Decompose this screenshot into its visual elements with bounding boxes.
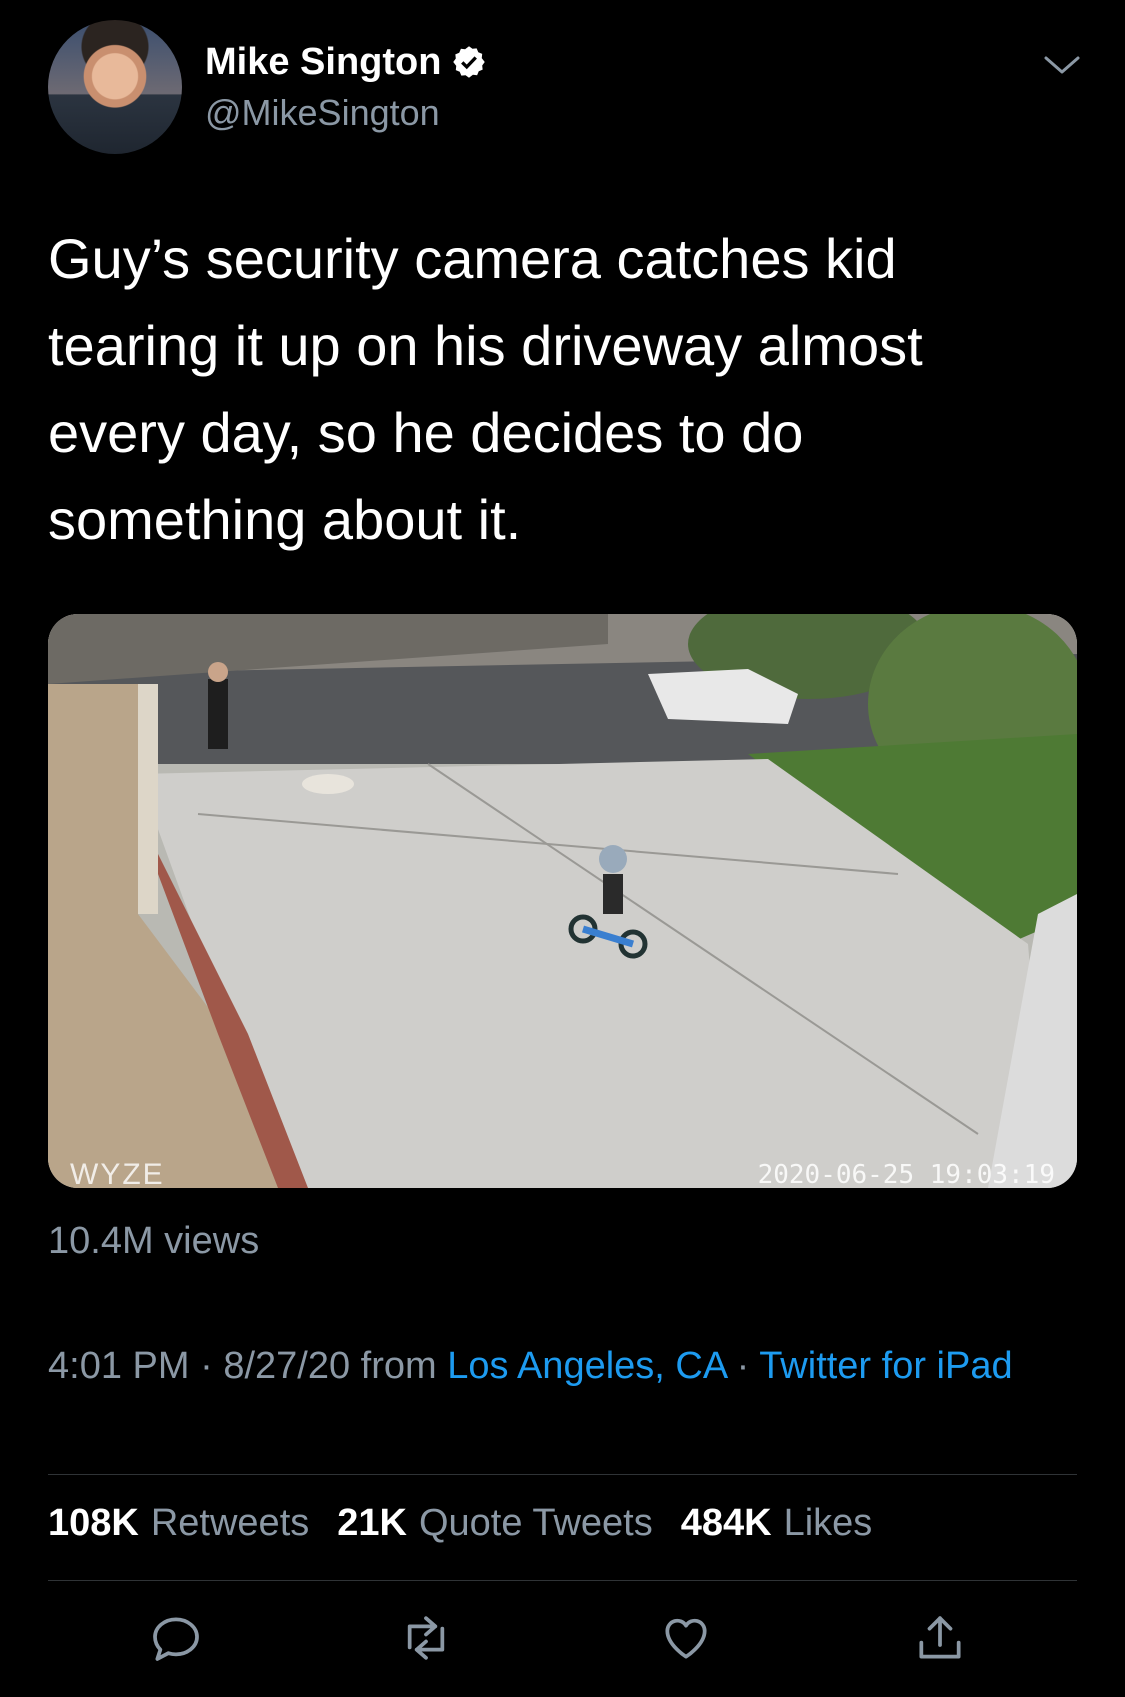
reply-button[interactable] [148, 1610, 199, 1661]
author-avatar[interactable] [48, 20, 182, 154]
author-name-row[interactable]: Mike Sington [205, 40, 487, 84]
video-frame-illustration [48, 614, 1077, 1188]
tweet-video[interactable] [48, 614, 1077, 1188]
author-handle[interactable]: @MikeSington [205, 92, 440, 134]
client-link[interactable]: Twitter for iPad [759, 1345, 1012, 1387]
likes-count: 484K [680, 1502, 772, 1544]
chevron-down-icon[interactable] [1042, 50, 1082, 80]
divider-bottom [48, 1580, 1077, 1581]
engagement-stats: 108K Retweets 21K Quote Tweets 484K Likes [48, 1502, 872, 1545]
meta-separator: · [200, 1345, 224, 1387]
reply-icon [153, 1617, 199, 1661]
share-button[interactable] [912, 1610, 962, 1660]
from-label: from [360, 1345, 448, 1387]
tweet-time: 4:01 PM [48, 1345, 190, 1387]
divider-top [48, 1474, 1077, 1475]
tweet-metadata: 4:01 PM · 8/27/20 from Los Angeles, CA ·… [48, 1340, 1068, 1392]
video-watermark: WYZE [70, 1158, 165, 1191]
quotes-label: Quote Tweets [418, 1502, 653, 1544]
likes-stat[interactable]: 484K Likes [681, 1502, 873, 1545]
tweet-text: Guy’s security camera catches kid tearin… [48, 227, 923, 551]
retweet-button[interactable] [398, 1610, 448, 1660]
tweet-date: 8/27/20 [223, 1345, 351, 1387]
retweets-stat[interactable]: 108K Retweets [48, 1502, 309, 1545]
verified-badge-icon [453, 46, 486, 78]
location-link[interactable]: Los Angeles, CA [447, 1345, 726, 1387]
retweets-count: 108K [48, 1502, 139, 1544]
quotes-stat[interactable]: 21K Quote Tweets [337, 1502, 653, 1545]
meta-separator: · [736, 1345, 760, 1387]
quotes-count: 21K [337, 1502, 407, 1544]
like-icon [665, 1618, 707, 1659]
like-button[interactable] [658, 1610, 708, 1660]
view-count[interactable]: 10.4M views [48, 1220, 259, 1263]
retweets-label: Retweets [150, 1502, 310, 1544]
retweet-icon [407, 1616, 445, 1660]
share-icon [919, 1616, 961, 1659]
likes-label: Likes [783, 1502, 873, 1544]
author-name[interactable]: Mike Sington [205, 40, 441, 84]
video-timestamp: 2020-06-25 19:03:19 [757, 1160, 1055, 1190]
